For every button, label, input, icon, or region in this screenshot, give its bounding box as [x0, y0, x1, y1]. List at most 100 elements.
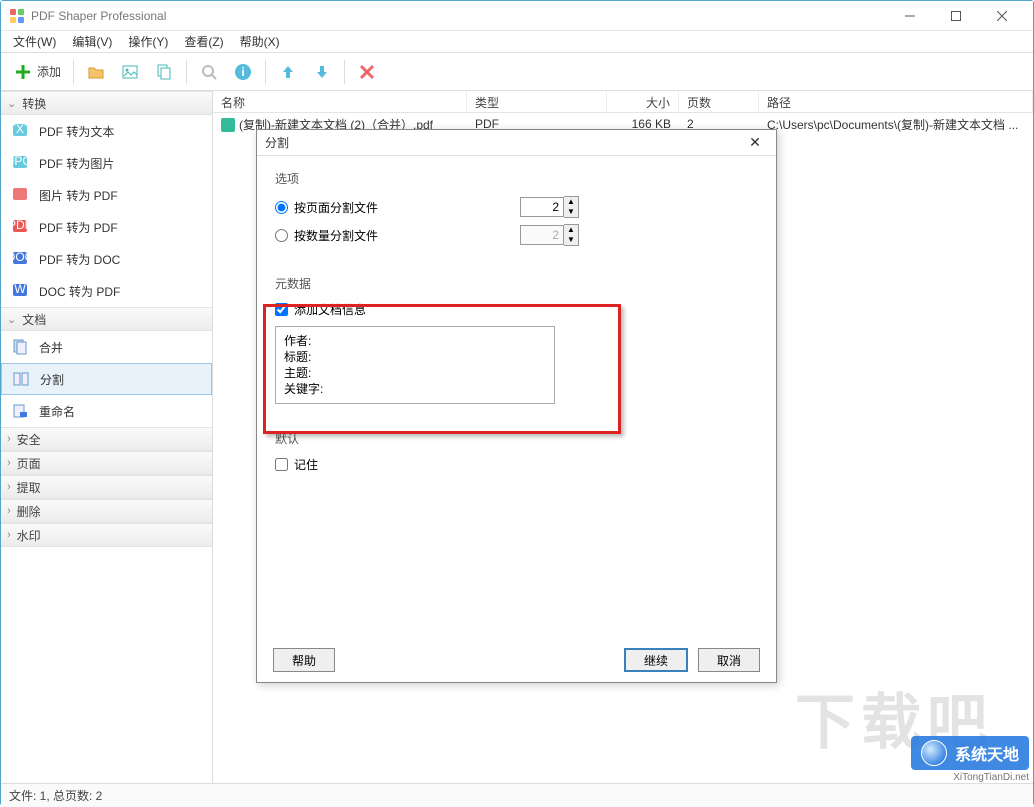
add-doc-info-checkbox[interactable]: 添加文档信息 [275, 298, 758, 320]
radio-input[interactable] [275, 201, 288, 214]
page-spinner: ▲▼ [520, 196, 579, 218]
down-button[interactable] [306, 57, 338, 87]
spinner-up-icon[interactable]: ▲ [564, 225, 578, 235]
sidebar-item-split[interactable]: 分割 [1, 363, 212, 395]
help-button[interactable]: 帮助 [273, 648, 335, 672]
close-button[interactable] [979, 1, 1025, 31]
continue-button[interactable]: 继续 [624, 648, 688, 672]
maximize-button[interactable] [933, 1, 979, 31]
section-document[interactable]: ⌄ 文档 [1, 307, 212, 331]
sidebar-item-pdf-to-image[interactable]: JPGPDF 转为图片 [1, 147, 212, 179]
image-icon [120, 62, 140, 82]
dialog-titlebar: 分割 ✕ [257, 130, 776, 156]
dialog-footer: 帮助 继续 取消 [257, 638, 776, 682]
sidebar-item-pdf-to-text[interactable]: TXTPDF 转为文本 [1, 115, 212, 147]
chevron-down-icon: ⌄ [7, 97, 16, 110]
plus-icon [13, 62, 33, 82]
info-icon: i [233, 62, 253, 82]
sidebar-item-label: 图片 转为 PDF [39, 187, 118, 204]
subject-label: 主题: [284, 365, 344, 381]
add-label: 添加 [37, 63, 61, 80]
section-label: 页面 [17, 455, 41, 472]
cancel-button[interactable]: 取消 [698, 648, 760, 672]
radio-split-by-count[interactable]: 按数量分割文件 ▲▼ [275, 221, 758, 249]
sidebar-item-label: 分割 [40, 371, 64, 388]
pdf-file-icon [221, 118, 235, 132]
checkbox-input[interactable] [275, 458, 288, 471]
section-delete[interactable]: ›删除 [1, 499, 212, 523]
sidebar-item-doc-to-pdf[interactable]: WDOC 转为 PDF [1, 275, 212, 307]
menubar: 文件(W) 编辑(V) 操作(Y) 查看(Z) 帮助(X) [1, 31, 1033, 53]
col-name[interactable]: 名称 [213, 91, 467, 112]
menu-help[interactable]: 帮助(X) [232, 31, 288, 52]
menu-edit[interactable]: 编辑(V) [64, 31, 120, 52]
menu-file[interactable]: 文件(W) [5, 31, 64, 52]
sidebar-item-image-to-pdf[interactable]: 图片 转为 PDF [1, 179, 212, 211]
section-label: 水印 [17, 527, 41, 544]
folder-icon [86, 62, 106, 82]
folder-button[interactable] [80, 57, 112, 87]
author-label: 作者: [284, 333, 344, 349]
section-convert[interactable]: ⌄转换 [1, 91, 212, 115]
minimize-button[interactable] [887, 1, 933, 31]
copy-icon [154, 62, 174, 82]
image-button[interactable] [114, 57, 146, 87]
x-icon [357, 62, 377, 82]
app-icon [9, 8, 25, 24]
search-button[interactable] [193, 57, 225, 87]
close-icon[interactable]: ✕ [742, 130, 768, 156]
sidebar-item-label: PDF 转为 PDF [39, 219, 118, 236]
add-button[interactable]: 添加 [7, 57, 67, 87]
search-icon [199, 62, 219, 82]
svg-text:W: W [14, 282, 26, 296]
sidebar-item-pdf-to-pdf[interactable]: PDF PDF 转为 PDF [1, 211, 212, 243]
count-input[interactable] [520, 225, 564, 245]
col-size[interactable]: 大小 [607, 91, 679, 112]
separator [265, 60, 266, 84]
col-path[interactable]: 路径 [759, 91, 1033, 112]
info-button[interactable]: i [227, 57, 259, 87]
sidebar-item-rename[interactable]: 重命名 [1, 395, 212, 427]
radio-input[interactable] [275, 229, 288, 242]
copy-button[interactable] [148, 57, 180, 87]
default-group-label: 默认 [275, 430, 758, 447]
sidebar-item-label: PDF 转为文本 [39, 123, 114, 140]
dialog-title: 分割 [265, 134, 742, 151]
sidebar-item-merge[interactable]: 合并 [1, 331, 212, 363]
menu-action[interactable]: 操作(Y) [120, 31, 176, 52]
radio-split-by-page[interactable]: 按页面分割文件 ▲▼ [275, 193, 758, 221]
section-label: 文档 [22, 311, 46, 328]
svg-text:PDF: PDF [11, 218, 29, 232]
up-button[interactable] [272, 57, 304, 87]
col-pages[interactable]: 页数 [679, 91, 759, 112]
sidebar-item-pdf-to-doc[interactable]: DOCPDF 转为 DOC [1, 243, 212, 275]
remember-checkbox[interactable]: 记住 [275, 453, 758, 475]
image-file-icon [11, 186, 29, 204]
separator [344, 60, 345, 84]
chevron-right-icon: › [7, 481, 11, 493]
status-text: 文件: 1, 总页数: 2 [9, 787, 102, 804]
toolbar: 添加 i [1, 53, 1033, 91]
spinner-down-icon[interactable]: ▼ [564, 235, 578, 245]
doc-icon: DOC [11, 250, 29, 268]
col-type[interactable]: 类型 [467, 91, 607, 112]
sidebar-item-label: 重命名 [39, 403, 75, 420]
spinner-down-icon[interactable]: ▼ [564, 207, 578, 217]
site-watermark: 系统天地 XiTongTianDi.net [911, 736, 1029, 783]
checkbox-input[interactable] [275, 303, 288, 316]
jpg-icon: JPG [11, 154, 29, 172]
split-icon [12, 370, 30, 388]
section-page[interactable]: › 页面 [1, 451, 212, 475]
watermark-label: 系统天地 [955, 741, 1019, 765]
chevron-down-icon: ⌄ [7, 313, 16, 326]
delete-button[interactable] [351, 57, 383, 87]
section-security[interactable]: ›安全 [1, 427, 212, 451]
spinner-up-icon[interactable]: ▲ [564, 197, 578, 207]
menu-view[interactable]: 查看(Z) [176, 31, 231, 52]
section-extract[interactable]: ›提取 [1, 475, 212, 499]
sidebar-item-label: 合并 [39, 339, 63, 356]
count-spinner: ▲▼ [520, 224, 579, 246]
section-watermark[interactable]: ›水印 [1, 523, 212, 547]
chevron-right-icon: › [7, 457, 11, 469]
page-input[interactable] [520, 197, 564, 217]
